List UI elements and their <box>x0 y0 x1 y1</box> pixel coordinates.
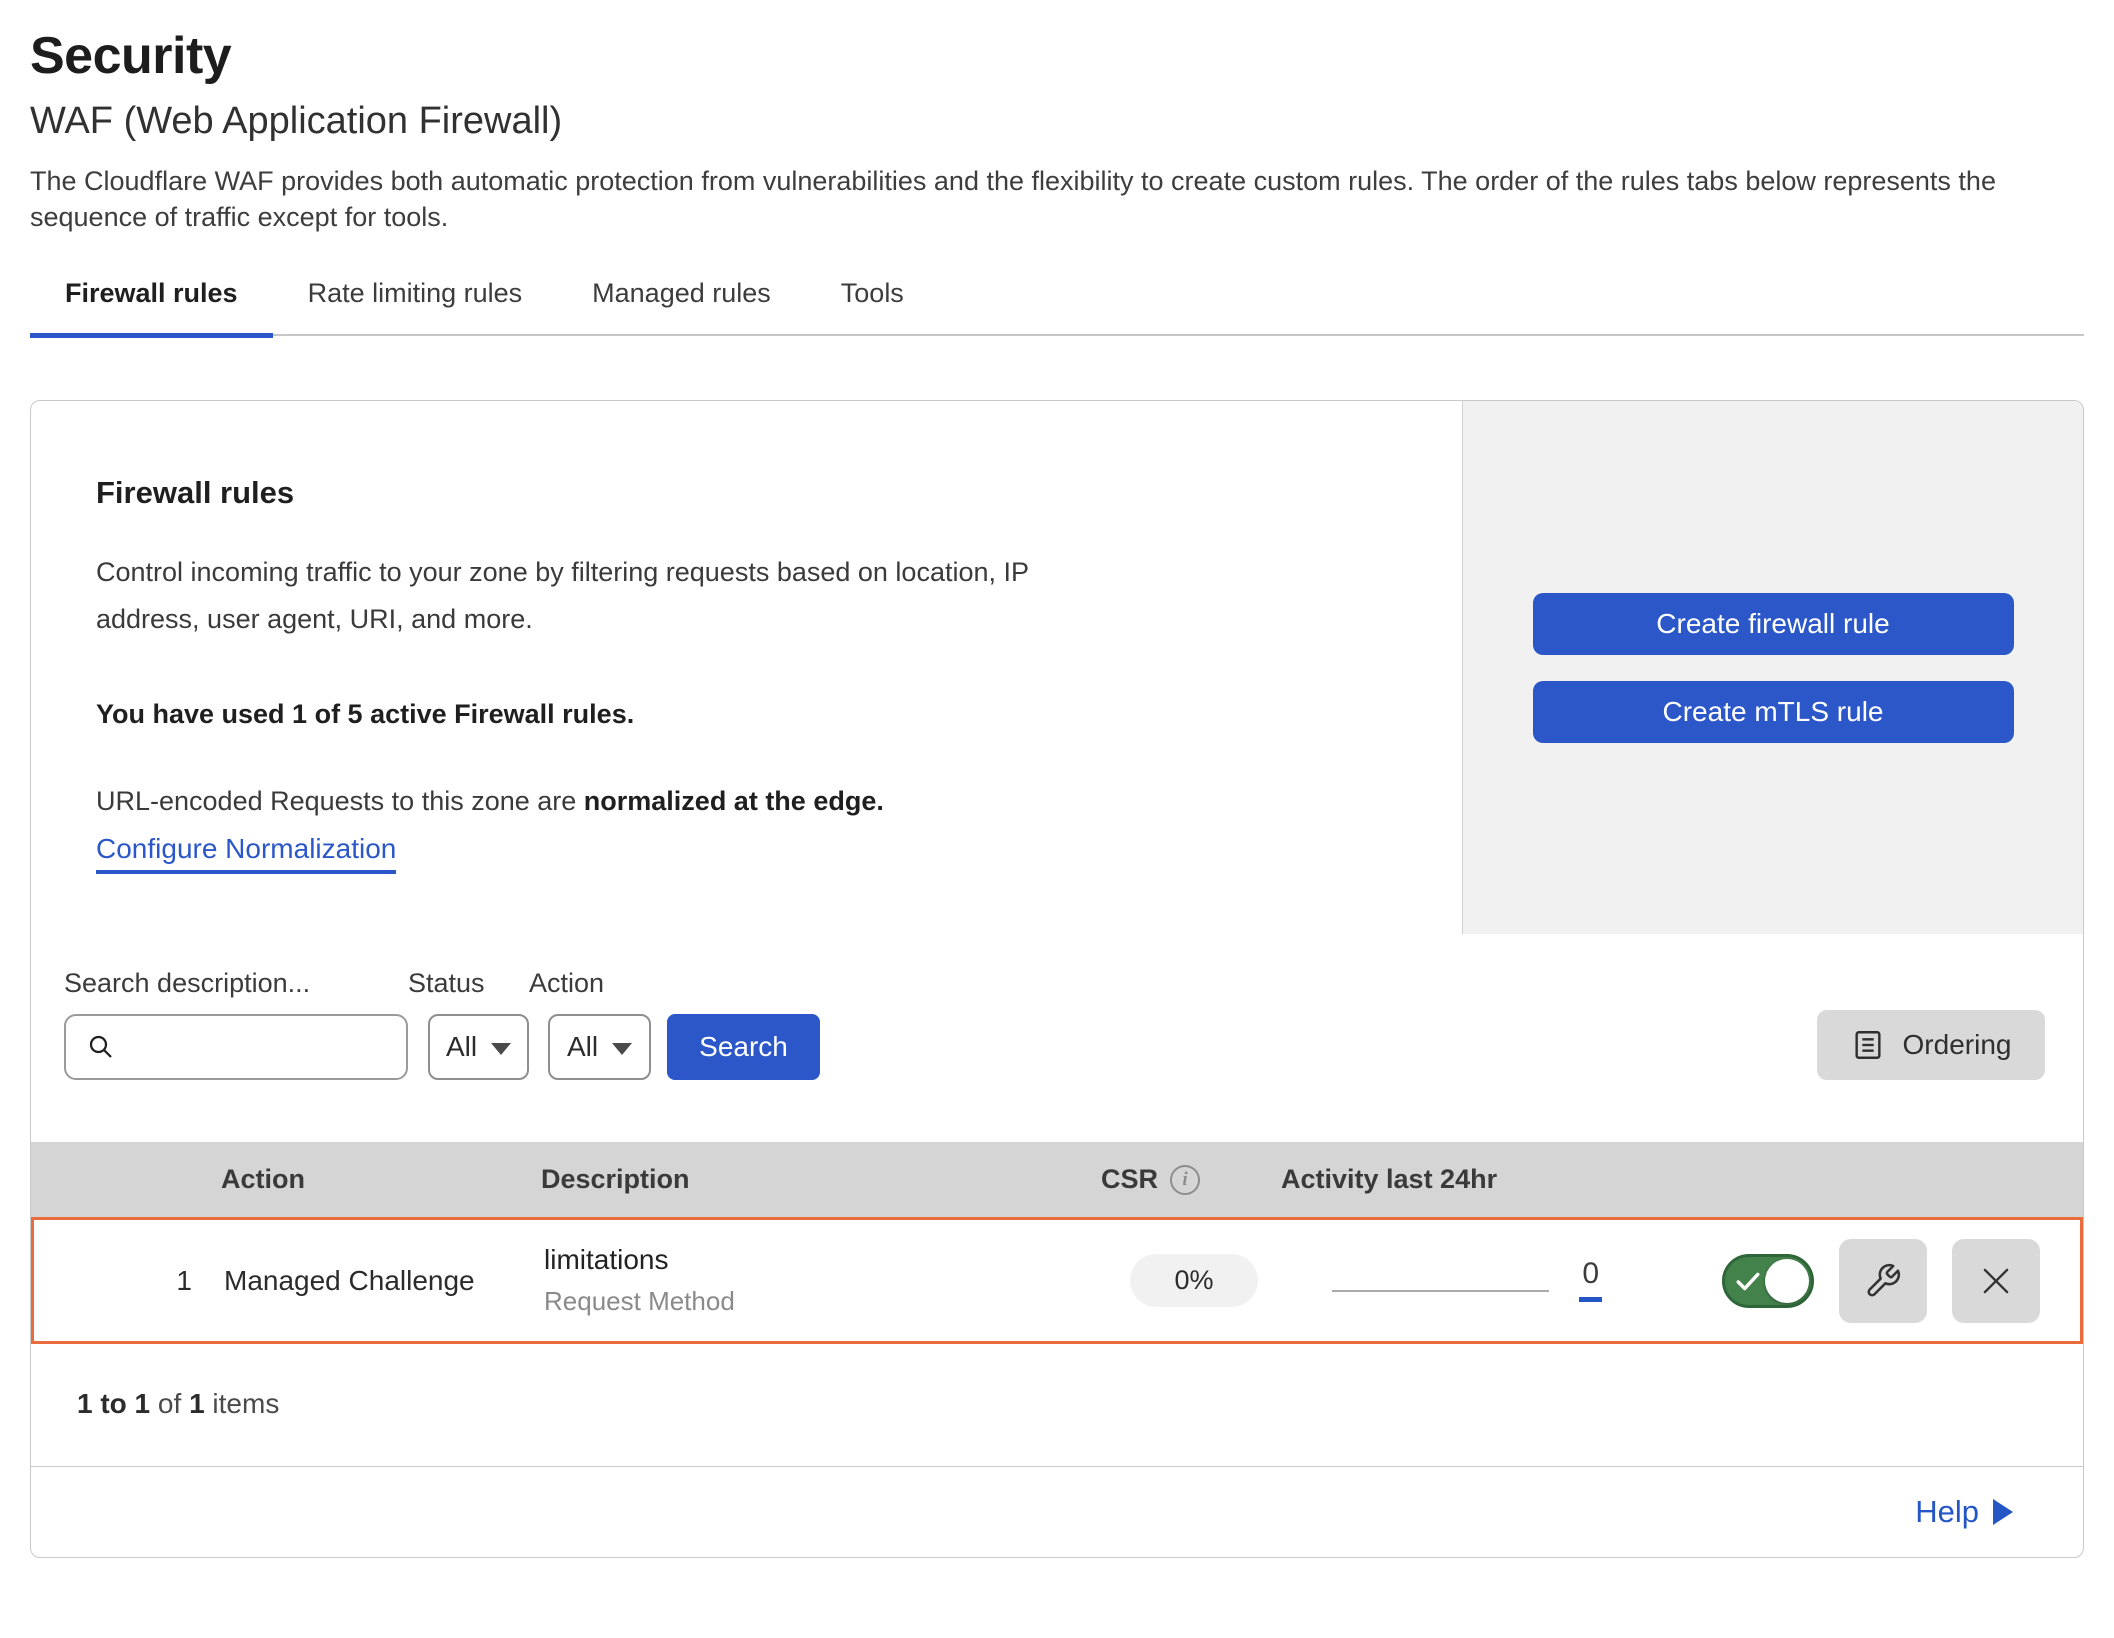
toggle-knob <box>1765 1259 1809 1303</box>
column-header-activity: Activity last 24hr <box>1281 1164 1621 1195</box>
waf-page: Security WAF (Web Application Firewall) … <box>0 0 2114 1558</box>
waf-tabs: Firewall rules Rate limiting rules Manag… <box>30 278 2084 337</box>
activity-sparkline <box>1332 1290 1549 1292</box>
create-mtls-rule-button[interactable]: Create mTLS rule <box>1533 681 2014 743</box>
help-arrow-icon <box>1993 1499 2013 1525</box>
tab-managed-rules[interactable]: Managed rules <box>557 278 806 338</box>
close-icon <box>1977 1262 2015 1300</box>
section-description: Control incoming traffic to your zone by… <box>96 549 1071 643</box>
action-label: Action <box>529 968 651 999</box>
chevron-down-icon <box>491 1043 511 1055</box>
status-select[interactable]: All <box>428 1014 529 1080</box>
activity-count-link[interactable]: 0 <box>1579 1259 1602 1302</box>
rule-expression-field: Request Method <box>544 1286 1104 1317</box>
tab-tools[interactable]: Tools <box>806 278 939 338</box>
tab-rate-limiting-rules[interactable]: Rate limiting rules <box>273 278 558 338</box>
tab-firewall-rules[interactable]: Firewall rules <box>30 278 273 338</box>
chevron-down-icon <box>612 1043 632 1055</box>
search-input-box[interactable] <box>64 1014 408 1080</box>
status-label: Status <box>408 968 529 999</box>
create-firewall-rule-button[interactable]: Create firewall rule <box>1533 593 2014 655</box>
rule-description[interactable]: limitations <box>544 1244 1104 1276</box>
items-count: 1 to 1 of 1 items <box>31 1344 2083 1466</box>
firewall-rules-intro-section: Firewall rules Control incoming traffic … <box>31 401 2083 934</box>
list-icon <box>1851 1028 1885 1062</box>
search-input[interactable] <box>130 1032 380 1063</box>
firewall-rules-card: Firewall rules Control incoming traffic … <box>30 400 2084 1558</box>
search-button[interactable]: Search <box>667 1014 820 1080</box>
help-link[interactable]: Help <box>1915 1494 2013 1530</box>
page-subtitle: WAF (Web Application Firewall) <box>30 100 2084 143</box>
table-header: Action Description CSR i Activity last 2… <box>31 1142 2083 1217</box>
info-icon[interactable]: i <box>1170 1165 1200 1195</box>
delete-rule-button[interactable] <box>1952 1239 2040 1323</box>
section-heading: Firewall rules <box>96 475 1397 511</box>
wrench-icon <box>1864 1262 1902 1300</box>
table-row: 1 Managed Challenge limitations Request … <box>31 1217 2083 1344</box>
search-label: Search description... <box>64 968 408 999</box>
check-icon <box>1735 1271 1761 1293</box>
actions-panel: Create firewall rule Create mTLS rule <box>1462 401 2083 934</box>
page-title: Security <box>30 26 2084 86</box>
filter-bar: Search description... Status All Action <box>31 934 2083 1142</box>
ordering-button[interactable]: Ordering <box>1817 1010 2045 1080</box>
column-header-description: Description <box>541 1164 1101 1195</box>
rule-action: Managed Challenge <box>224 1265 544 1297</box>
edit-rule-button[interactable] <box>1839 1239 1927 1323</box>
usage-text: You have used 1 of 5 active Firewall rul… <box>96 699 1397 730</box>
page-description: The Cloudflare WAF provides both automat… <box>30 163 2060 236</box>
column-header-action: Action <box>221 1164 541 1195</box>
action-select[interactable]: All <box>548 1014 651 1080</box>
normalization-text: URL-encoded Requests to this zone are no… <box>96 786 1397 817</box>
rule-enabled-toggle[interactable] <box>1722 1254 1814 1308</box>
csr-badge: 0% <box>1130 1254 1257 1307</box>
search-icon <box>86 1032 116 1062</box>
configure-normalization-link[interactable]: Configure Normalization <box>96 833 396 874</box>
rule-priority: 1 <box>34 1265 224 1297</box>
column-header-csr: CSR <box>1101 1164 1158 1195</box>
